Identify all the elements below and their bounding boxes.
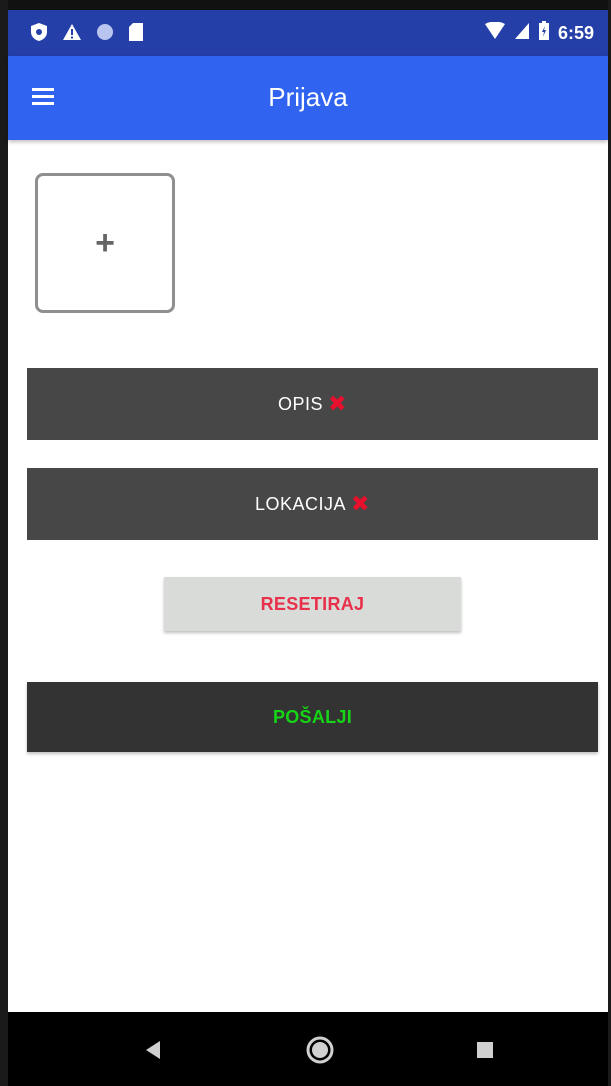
status-system-icons: 6:59 [484,21,594,46]
lokacija-label: LOKACIJA [255,493,347,514]
signal-icon [514,22,530,45]
reset-button[interactable]: RESETIRAJ [164,577,461,631]
home-icon[interactable] [300,1030,340,1070]
x-mark-icon: ✖ [328,391,347,416]
android-screen: 6:59 Prijava + OPIS ✖ LOKACIJA ✖ RESETIR… [0,0,611,1086]
status-time: 6:59 [557,23,594,43]
opis-label: OPIS [278,393,324,414]
lokacija-button[interactable]: LOKACIJA ✖ [27,468,598,540]
circle-icon [96,23,114,46]
shield-icon [30,22,48,47]
page-title: Prijava [268,82,348,112]
status-notification-icons [30,22,144,47]
device-frame-top [0,0,611,10]
send-button[interactable]: POŠALJI [27,682,598,752]
recent-apps-icon[interactable] [465,1030,505,1070]
wifi-icon [484,21,506,45]
add-photo-button[interactable]: + [35,173,175,313]
opis-button[interactable]: OPIS ✖ [27,368,598,440]
navigation-bar [8,1012,608,1086]
battery-icon [538,21,550,46]
x-mark-icon: ✖ [351,491,370,516]
warning-icon [62,23,82,46]
app-bar: Prijava [8,56,608,140]
back-icon[interactable] [133,1030,173,1070]
sd-card-icon [128,22,144,47]
status-bar: 6:59 [8,10,608,56]
device-frame-left [0,0,8,1086]
plus-icon: + [95,224,115,262]
